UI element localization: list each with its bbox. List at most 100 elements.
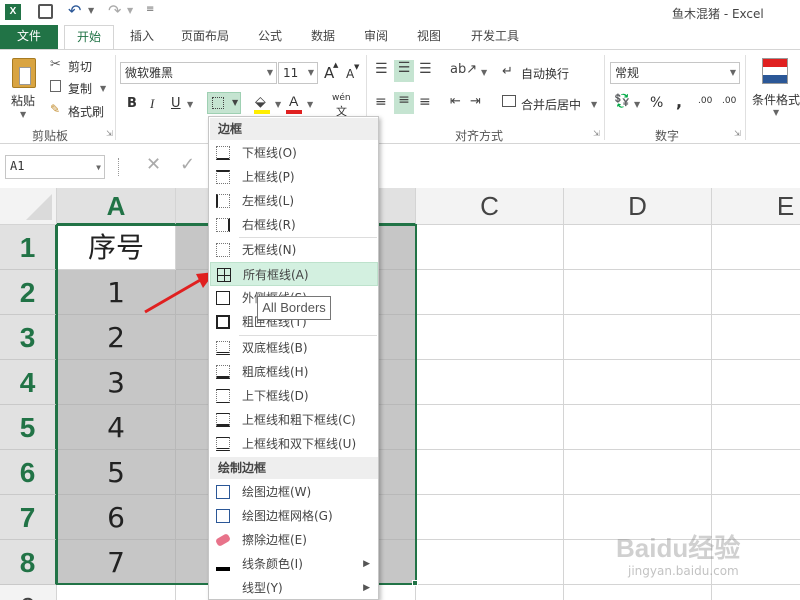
row-header-6[interactable]: 6 [0,450,57,495]
number-launcher-icon[interactable]: ⇲ [734,129,741,138]
menu-item-all-borders[interactable]: 所有框线(A) [210,262,378,286]
tab-home[interactable]: 开始 [64,25,114,50]
row-header-8[interactable]: 8 [0,540,57,585]
column-header-d[interactable]: D [564,188,712,225]
align-right-icon[interactable]: ≡ [419,94,431,110]
shrink-font-button[interactable]: A [346,67,354,81]
undo-icon[interactable]: ↶ [68,1,81,20]
menu-item-top-border[interactable]: 上框线(P) [210,165,378,189]
paste-icon[interactable] [12,58,36,88]
align-middle-icon[interactable]: ☰ [394,60,414,82]
column-header-a[interactable]: A [57,188,176,225]
row-header-7[interactable]: 7 [0,495,57,540]
borders-button[interactable]: ▼ [207,92,241,114]
percent-button[interactable]: % [650,95,663,111]
comma-button[interactable]: , [676,92,682,111]
bold-button[interactable]: B [127,96,137,111]
font-size-combo[interactable]: 11 ▼ [278,62,318,84]
menu-item-erase-border[interactable]: 擦除边框(E) [210,528,378,552]
merge-dropdown-icon[interactable]: ▼ [591,100,597,109]
merge-center-button[interactable]: 合并后居中 [521,96,581,113]
draw-border-grid-icon [216,509,230,523]
menu-item-left-border[interactable]: 左框线(L) [210,189,378,213]
fill-color-dropdown-icon[interactable]: ▼ [275,100,281,109]
row-header-2[interactable]: 2 [0,270,57,315]
increase-indent-icon[interactable]: ⇥ [470,94,481,109]
draw-border-pencil-icon [216,485,230,499]
underline-button[interactable]: U [171,96,181,111]
decrease-indent-icon[interactable]: ⇤ [450,94,461,109]
clipboard-launcher-icon[interactable]: ⇲ [106,129,113,138]
cancel-icon[interactable]: ✕ [146,154,161,175]
decrease-decimal-icon[interactable]: .00 [722,96,736,106]
menu-item-top-double-bottom-border[interactable]: 上框线和双下框线(U) [210,432,378,456]
row-header-5[interactable]: 5 [0,405,57,450]
orientation-icon[interactable]: ab↗ [450,62,477,77]
currency-dropdown-icon[interactable]: ▼ [634,100,640,109]
paste-button[interactable]: 粘贴 [11,92,35,109]
format-painter-button[interactable]: 格式刷 [68,103,104,120]
menu-item-top-thick-bottom-border[interactable]: 上框线和粗下框线(C) [210,408,378,432]
menu-item-right-border[interactable]: 右框线(R) [210,213,378,237]
row-header-4[interactable]: 4 [0,360,57,405]
menu-item-no-border[interactable]: 无框线(N) [210,238,378,262]
menu-item-line-style[interactable]: 线型(Y) ▶ [210,576,378,600]
row-header-3[interactable]: 3 [0,315,57,360]
tab-insert[interactable]: 插入 [122,25,162,49]
tab-file[interactable]: 文件 [0,25,58,49]
ribbon-separator [745,55,746,140]
conditional-format-dropdown-icon[interactable]: ▼ [773,108,779,117]
line-style-icon [216,581,230,595]
align-top-icon[interactable]: ☰ [375,61,388,77]
orientation-dropdown-icon[interactable]: ▼ [481,68,487,77]
menu-item-draw-border-grid[interactable]: 绘图边框网格(G) [210,504,378,528]
select-all-corner[interactable] [0,188,57,225]
tab-view[interactable]: 视图 [409,25,449,49]
fill-handle[interactable] [412,580,418,586]
menu-item-double-bottom-border[interactable]: 双底框线(B) [210,336,378,360]
fill-color-icon[interactable]: ⬙ [255,94,266,110]
cut-button[interactable]: 剪切 [68,58,92,75]
row-header-1[interactable]: 1 [0,225,57,270]
enter-icon[interactable]: ✓ [180,154,195,175]
align-left-icon[interactable]: ≡ [375,94,387,110]
column-header-c[interactable]: C [416,188,564,225]
font-name-combo[interactable]: 微软雅黑 ▼ [120,62,277,84]
alignment-launcher-icon[interactable]: ⇲ [593,129,600,138]
conditional-format-button[interactable]: 条件格式 [752,91,800,108]
phonetic-button[interactable]: wén [332,93,351,103]
menu-item-line-color[interactable]: 线条颜色(I) ▶ [210,552,378,576]
redo-dropdown-icon[interactable]: ▼ [127,6,133,15]
menu-item-bottom-border[interactable]: 下框线(O) [210,141,378,165]
column-header-e[interactable]: E [712,188,800,225]
name-box[interactable]: A1 ▼ [5,155,105,179]
tab-formulas[interactable]: 公式 [250,25,290,49]
tab-data[interactable]: 数据 [303,25,343,49]
tab-page-layout[interactable]: 页面布局 [172,25,238,49]
tab-developer[interactable]: 开发工具 [462,25,528,49]
font-color-icon[interactable]: A [289,93,298,109]
font-color-dropdown-icon[interactable]: ▼ [307,100,313,109]
align-center-icon[interactable]: ≡ [394,92,414,114]
save-icon[interactable] [38,4,53,19]
increase-decimal-icon[interactable]: .00 [698,96,712,106]
underline-dropdown-icon[interactable]: ▼ [187,100,193,109]
paste-dropdown-icon[interactable]: ▼ [20,110,26,119]
italic-button[interactable]: I [150,96,154,112]
number-format-combo[interactable]: 常规 ▼ [610,62,740,84]
empty-cells-region[interactable] [416,225,800,600]
undo-dropdown-icon[interactable]: ▼ [88,6,94,15]
redo-icon[interactable]: ↷ [108,1,121,20]
align-bottom-icon[interactable]: ☰ [419,61,432,77]
wrap-text-button[interactable]: 自动换行 [521,65,569,82]
menu-item-draw-border[interactable]: 绘图边框(W) [210,480,378,504]
copy-dropdown-icon[interactable]: ▼ [100,84,106,93]
copy-button[interactable]: 复制 [68,80,92,97]
tab-review[interactable]: 审阅 [356,25,396,49]
row-header-9[interactable]: 9 [0,585,57,600]
customize-qat-icon[interactable]: ≡ [146,4,154,15]
cell-a9[interactable] [57,585,176,600]
menu-item-thick-bottom-border[interactable]: 粗底框线(H) [210,360,378,384]
menu-item-top-bottom-border[interactable]: 上下框线(D) [210,384,378,408]
currency-icon[interactable]: 💱 [614,94,630,109]
